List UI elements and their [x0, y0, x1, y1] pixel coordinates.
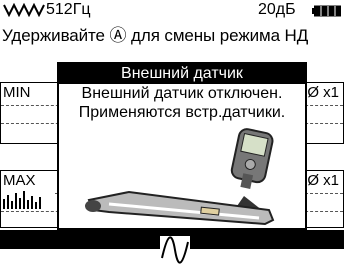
signal-histogram: [3, 191, 41, 209]
frequency-readout: 512Гц: [46, 1, 91, 18]
gain-readout: 20дБ: [258, 1, 296, 18]
dialog-message-line-2: Применяются встр.датчики.: [78, 104, 286, 121]
min-label: MIN: [3, 84, 31, 101]
status-bar: 512Гц 20дБ: [0, 0, 344, 20]
triple-sine-wave-icon: [3, 2, 45, 22]
battery-icon: [312, 4, 342, 22]
max-multiplier: Ø x1: [307, 172, 339, 189]
min-multiplier: Ø x1: [307, 84, 339, 101]
dialog-message-line-1: Внешний датчик отключен.: [81, 85, 283, 102]
device-screen: 512Гц 20дБ Удерживайте Ⓐ для смены режим…: [0, 0, 344, 264]
dialog-title: Внешний датчик: [59, 64, 305, 84]
mode-change-hint: Удерживайте Ⓐ для смены режима НД: [2, 26, 309, 45]
sine-wave-mode-icon: [160, 236, 190, 264]
locator-device-illustration: [69, 126, 295, 231]
max-label: MAX: [3, 172, 36, 189]
external-sensor-dialog: Внешний датчик Внешний датчик отключен. …: [57, 62, 307, 230]
